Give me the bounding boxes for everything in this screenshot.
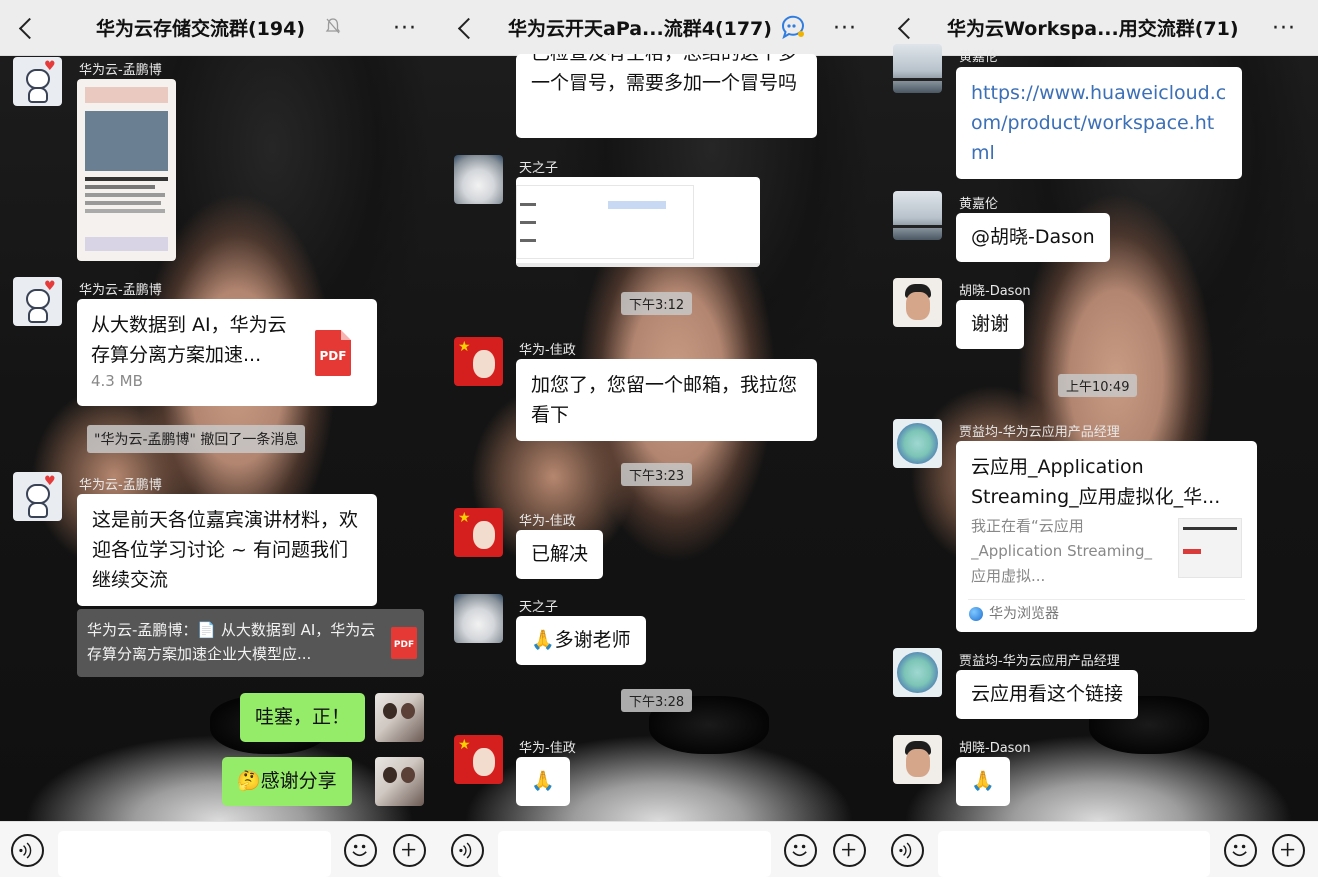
timestamp: 下午3:23 — [621, 463, 693, 486]
sender-name: 华为-佳政 — [519, 514, 576, 529]
card-source: 华为浏览器 — [989, 606, 1059, 622]
plus-icon[interactable] — [393, 834, 426, 867]
avatar[interactable] — [454, 155, 503, 204]
image-message-thumbnail[interactable] — [516, 177, 760, 267]
sender-name: 华为云-孟鹏博 — [79, 478, 162, 493]
message-input[interactable] — [938, 831, 1210, 877]
chat-title: 华为云存储交流群(194) — [96, 18, 306, 40]
sender-name: 胡晓-Dason — [959, 284, 1031, 299]
chat-title: 华为云开天aPa...流群4(177) — [508, 18, 772, 40]
assistant-bubble-icon[interactable] — [780, 14, 806, 40]
avatar[interactable]: ★ — [454, 508, 503, 557]
sender-name: 华为-佳政 — [519, 741, 576, 756]
my-avatar[interactable] — [375, 693, 424, 742]
voice-input-icon[interactable] — [451, 834, 484, 867]
text-message[interactable]: 🙏 — [516, 757, 570, 806]
text-message[interactable]: 已检查没有空格，总结的这个多一个冒号，需要多加一个冒号吗 — [516, 54, 817, 138]
back-icon[interactable] — [893, 14, 917, 42]
mention-message[interactable]: @胡晓-Dason — [956, 213, 1110, 262]
voice-input-icon[interactable] — [891, 834, 924, 867]
avatar[interactable] — [893, 191, 942, 240]
emoji-icon[interactable] — [1224, 834, 1257, 867]
text-message[interactable]: 这是前天各位嘉宾演讲材料，欢迎各位学习讨论 ~ 有问题我们继续交流 — [77, 494, 377, 606]
sender-name: 天之子 — [519, 600, 559, 615]
my-text-message[interactable]: 🤔感谢分享 — [222, 757, 352, 806]
file-message[interactable]: 从大数据到 AI，华为云存算分离方案加速... 4.3 MB PDF — [77, 299, 377, 406]
sender-name: 黄嘉伦 — [959, 50, 999, 65]
sender-name: 贾益均-华为云应用产品经理 — [959, 654, 1120, 669]
link-card-message[interactable]: 云应用_Application Streaming_应用虚拟化_华... 我正在… — [956, 441, 1257, 632]
chat-panel-kaitian: 华为云开天aPa...流群4(177) ··· 已检查没有空格，总结的这个多一个… — [439, 0, 879, 877]
avatar[interactable] — [893, 278, 942, 327]
card-description: 我正在看“云应用_Application Streaming_应用虚拟... — [971, 517, 1153, 585]
timestamp: 下午3:28 — [621, 689, 693, 712]
browser-globe-icon — [969, 607, 983, 621]
text-message[interactable]: 🙏 — [956, 757, 1010, 806]
mute-bell-icon — [325, 18, 341, 34]
chat-panel-workspace: 华为云Workspa...用交流群(71) ··· 黄嘉伦 https://ww… — [879, 0, 1318, 877]
my-text-message[interactable]: 哇塞，正！ — [240, 693, 366, 742]
link-message[interactable]: https://www.huaweicloud.com/product/work… — [956, 67, 1242, 179]
back-icon[interactable] — [14, 14, 38, 42]
card-title: 云应用_Application Streaming_应用虚拟化_华... — [971, 456, 1221, 508]
input-bar — [0, 821, 439, 877]
sender-name: 胡晓-Dason — [959, 741, 1031, 756]
text-message[interactable]: 谢谢 — [956, 300, 1025, 349]
text-message[interactable]: 云应用看这个链接 — [956, 670, 1139, 719]
emoji-icon[interactable] — [344, 834, 377, 867]
voice-input-icon[interactable] — [11, 834, 44, 867]
text-message-content: 已检查没有空格，总结的这个多一个冒号，需要多加一个冒号吗 — [531, 54, 798, 94]
chat-panel-storage: 华为云存储交流群(194) ··· ♥ 华为云-孟鹏博 ♥ 华为云-孟鹏博 从大… — [0, 0, 439, 877]
message-input[interactable] — [58, 831, 331, 877]
card-thumbnail — [1178, 518, 1242, 578]
recall-notice: "华为云-孟鹏博" 撤回了一条消息 — [87, 425, 306, 453]
avatar[interactable]: ♥ — [13, 57, 62, 106]
sender-name: 华为云-孟鹏博 — [79, 63, 162, 78]
timestamp: 下午3:12 — [621, 292, 693, 315]
text-message[interactable]: 🙏多谢老师 — [516, 616, 646, 665]
more-options-icon[interactable]: ··· — [833, 16, 857, 41]
sender-name: 华为云-孟鹏博 — [79, 283, 162, 298]
file-name: 从大数据到 AI，华为云存算分离方案加速... — [91, 314, 287, 366]
back-icon[interactable] — [453, 14, 477, 42]
sender-name: 贾益均-华为云应用产品经理 — [959, 425, 1120, 440]
avatar[interactable]: ♥ — [13, 277, 62, 326]
sender-name: 黄嘉伦 — [959, 197, 999, 212]
image-message-thumbnail[interactable] — [77, 79, 176, 261]
avatar[interactable] — [893, 735, 942, 784]
avatar[interactable] — [893, 419, 942, 468]
avatar[interactable] — [454, 594, 503, 643]
plus-icon[interactable] — [1272, 834, 1305, 867]
emoji-icon[interactable] — [784, 834, 817, 867]
sender-name: 天之子 — [519, 161, 559, 176]
input-bar — [439, 821, 879, 877]
avatar[interactable]: ★ — [454, 735, 503, 784]
input-bar — [879, 821, 1318, 877]
chat-header: 华为云开天aPa...流群4(177) ··· — [439, 0, 879, 56]
quoted-message[interactable]: 华为云-孟鹏博：📄 从大数据到 AI，华为云存算分离方案加速企业大模型应... — [77, 609, 424, 677]
timestamp: 上午10:49 — [1058, 374, 1138, 397]
sender-name: 华为-佳政 — [519, 343, 576, 358]
more-options-icon[interactable]: ··· — [393, 16, 417, 41]
chat-header: 华为云Workspa...用交流群(71) ··· — [879, 0, 1318, 56]
plus-icon[interactable] — [833, 834, 866, 867]
avatar[interactable]: ♥ — [13, 472, 62, 521]
text-message[interactable]: 加您了，您留一个邮箱，我拉您看下 — [516, 359, 817, 441]
text-message[interactable]: 已解决 — [516, 530, 604, 579]
avatar[interactable] — [893, 648, 942, 697]
message-input[interactable] — [498, 831, 771, 877]
avatar[interactable] — [893, 44, 942, 93]
pdf-file-icon: PDF — [315, 330, 351, 376]
more-options-icon[interactable]: ··· — [1272, 16, 1296, 41]
chat-title: 华为云Workspa...用交流群(71) — [947, 18, 1239, 40]
chat-header: 华为云存储交流群(194) ··· — [0, 0, 439, 56]
my-avatar[interactable] — [375, 757, 424, 806]
pdf-file-icon: PDF — [391, 627, 417, 659]
avatar[interactable]: ★ — [454, 337, 503, 386]
